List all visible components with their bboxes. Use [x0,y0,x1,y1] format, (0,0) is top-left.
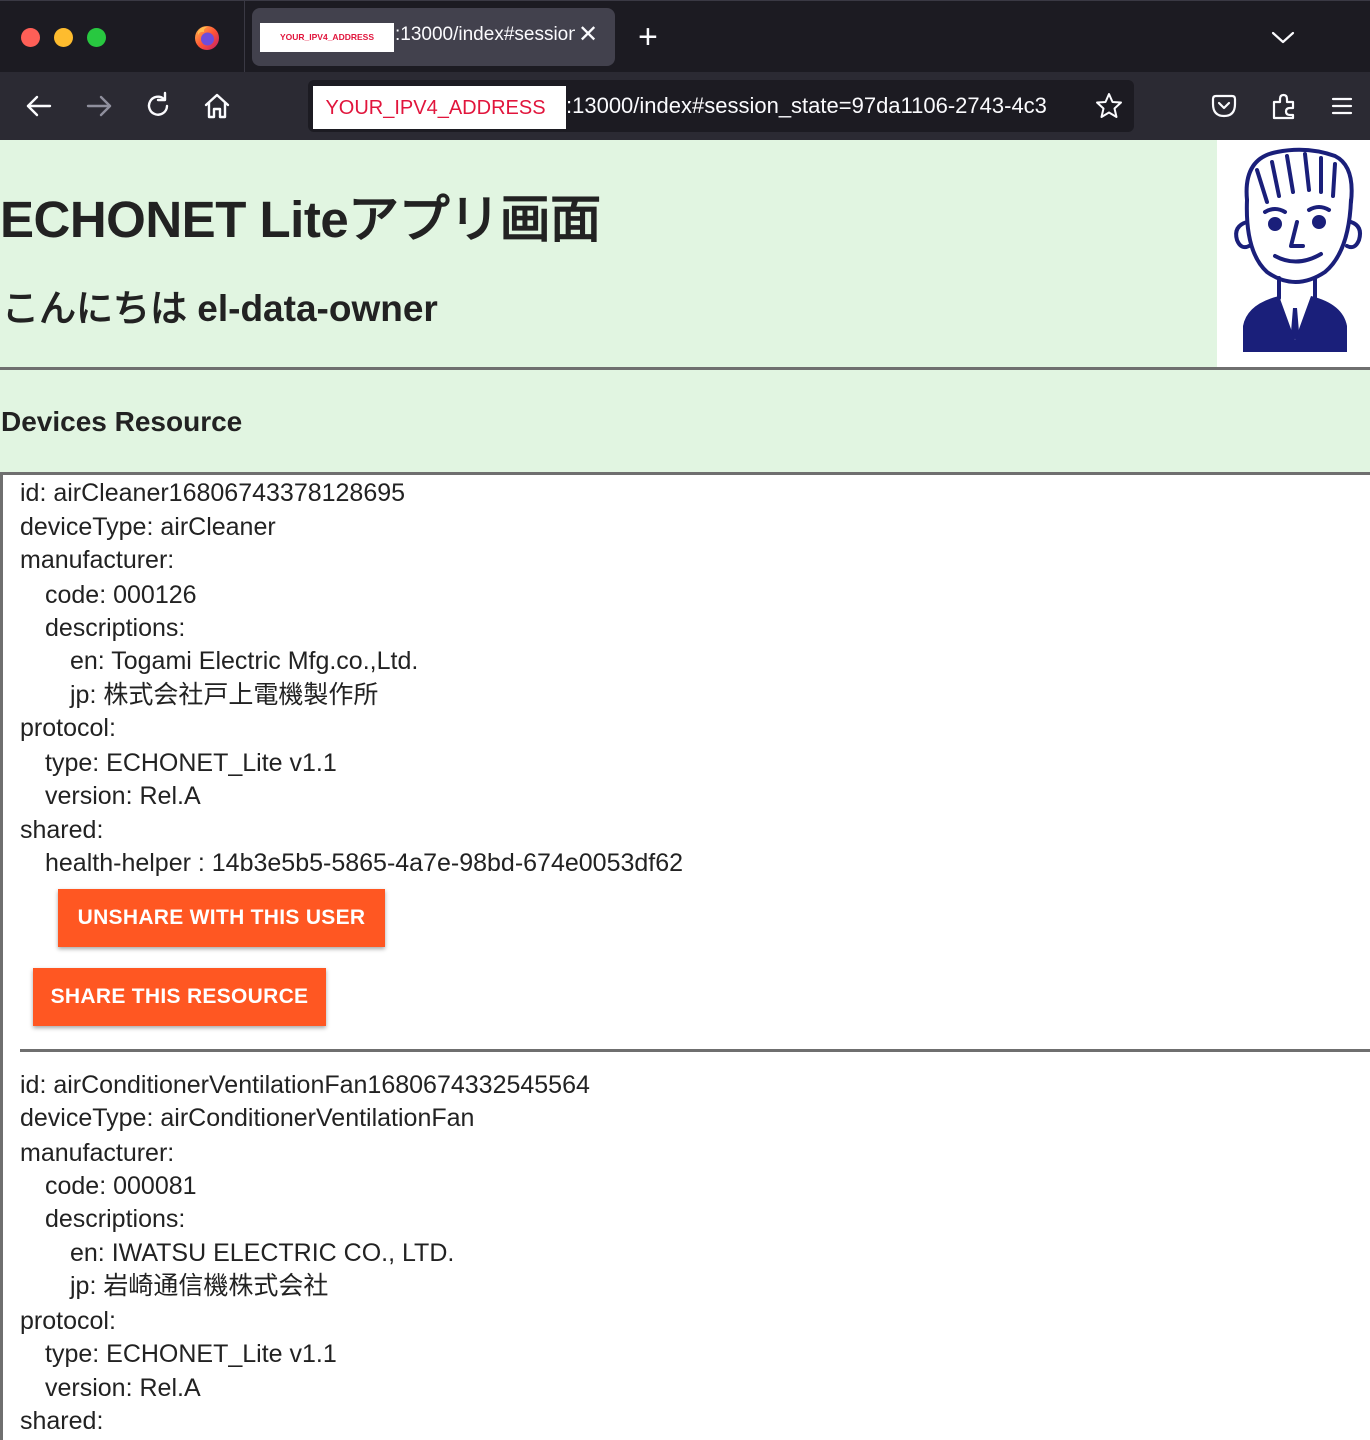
reload-icon[interactable] [142,90,174,122]
unshare-user-button[interactable]: UNSHARE WITH THIS USER [58,889,385,947]
tab-close-icon[interactable]: ✕ [578,22,598,48]
new-tab-icon[interactable]: + [638,19,658,55]
browser-tab-strip: YOUR_IPV4_ADDRESS :13000/index#session_s… [0,0,1370,73]
shared-label: shared: [20,1407,104,1435]
tab-ip-label: YOUR_IPV4_ADDRESS [279,32,374,42]
back-icon[interactable] [23,90,55,122]
tab-separator [244,1,245,73]
device-id: id: airCleaner16806743378128695 [20,479,406,507]
section-title: Devices Resource [1,406,243,437]
shared-user-entry: health-helper : 14b3e5b5-5865-4a7e-98bd-… [45,849,684,877]
page-title: ECHONET Liteアプリ画面 [0,191,601,248]
firefox-logo-icon[interactable] [193,23,221,51]
device-type: deviceType: airCleaner [20,513,276,541]
extensions-icon[interactable] [1268,90,1300,122]
page-header: ECHONET Liteアプリ画面 こんにちは el-data-owner [0,140,1370,367]
browser-nav-bar: YOUR_IPV4_ADDRESS :13000/index#session_s… [0,72,1370,140]
description-en: en: IWATSU ELECTRIC CO., LTD. [70,1239,455,1267]
protocol-label: protocol: [20,714,116,742]
bookmark-star-icon[interactable] [1094,91,1124,121]
device-id: id: airConditionerVentilationFan16806743… [20,1071,590,1099]
devices-section-header: Devices Resource [0,370,1370,472]
manufacturer-label: manufacturer: [20,1139,175,1167]
manufacturer-code: code: 000081 [45,1172,197,1200]
active-tab[interactable]: YOUR_IPV4_ADDRESS :13000/index#session_s… [252,8,615,66]
protocol-version: version: Rel.A [45,782,201,810]
protocol-label: protocol: [20,1307,116,1335]
window-zoom-button[interactable] [87,28,106,47]
tab-ip-redaction: YOUR_IPV4_ADDRESS [260,23,394,52]
tab-list-icon[interactable] [1268,25,1298,49]
window-close-button[interactable] [21,28,40,47]
user-avatar-icon [1234,147,1362,352]
manufacturer-code: code: 000126 [45,581,197,609]
description-en: en: Togami Electric Mfg.co.,Ltd. [70,647,419,675]
manufacturer-label: manufacturer: [20,546,175,574]
descriptions-label: descriptions: [45,1205,186,1233]
protocol-version: version: Rel.A [45,1374,201,1402]
url-text[interactable]: :13000/index#session_state=97da1106-2743… [566,93,1086,119]
description-jp: jp: 株式会社戸上電機製作所 [70,681,379,709]
shared-label: shared: [20,816,104,844]
device-divider [20,1049,1370,1052]
url-ip-redaction: YOUR_IPV4_ADDRESS [313,86,566,129]
pocket-icon[interactable] [1208,90,1240,122]
description-jp: jp: 岩崎通信機株式会社 [70,1272,329,1300]
section-divider [0,472,1370,475]
device-type: deviceType: airConditionerVentilationFan [20,1104,475,1132]
greeting-text: こんにちは el-data-owner [2,288,438,329]
descriptions-label: descriptions: [45,614,186,642]
home-icon[interactable] [201,90,233,122]
url-ip-label: YOUR_IPV4_ADDRESS [325,97,546,119]
share-resource-button[interactable]: SHARE THIS RESOURCE [33,968,326,1026]
content-left-border [0,475,3,1440]
tab-title: :13000/index#session_state [395,24,575,45]
avatar [1217,140,1370,367]
forward-icon[interactable] [83,90,115,122]
protocol-type: type: ECHONET_Lite v1.1 [45,749,337,777]
window-minimize-button[interactable] [54,28,73,47]
menu-icon[interactable] [1326,90,1358,122]
protocol-type: type: ECHONET_Lite v1.1 [45,1340,337,1368]
address-bar[interactable]: YOUR_IPV4_ADDRESS :13000/index#session_s… [308,80,1134,132]
